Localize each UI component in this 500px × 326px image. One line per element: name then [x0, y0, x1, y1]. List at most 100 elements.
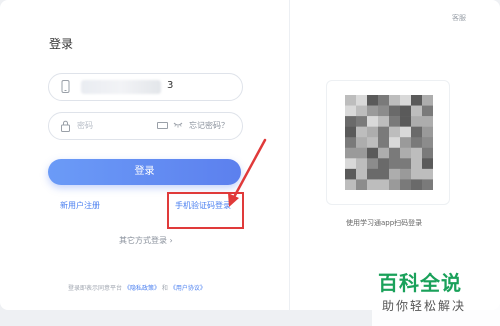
qr-cell [367, 147, 379, 159]
qr-cell [422, 116, 433, 127]
qr-caption: 使用学习通app扫码登录 [346, 219, 423, 227]
qr-cell [400, 147, 412, 159]
panel-divider [289, 0, 290, 310]
qr-cell [422, 179, 433, 190]
qr-cell [411, 116, 423, 127]
qr-cell [422, 147, 433, 159]
page-title: 登录 [49, 37, 74, 51]
qr-cell [422, 168, 433, 180]
qr-cell [367, 158, 379, 170]
watermark-title: 百科全说 [378, 271, 462, 295]
qr-cell [367, 116, 379, 127]
qr-cell [389, 95, 401, 106]
phone-number-suffix: 3 [167, 80, 174, 91]
qr-cell [422, 95, 433, 106]
qr-cell [345, 158, 357, 170]
qr-cell [389, 105, 401, 117]
qr-cell [400, 95, 412, 106]
register-link[interactable]: 新用户注册 [60, 200, 100, 211]
qr-cell [411, 147, 423, 159]
annotation-highlight-box [167, 192, 244, 229]
qr-cell [345, 179, 357, 190]
other-login-link[interactable]: 其它方式登录 › [119, 235, 173, 246]
qr-cell [411, 137, 423, 149]
qr-cell [345, 116, 357, 127]
qr-cell [389, 137, 401, 149]
qr-cell [345, 147, 357, 159]
user-agreement-link[interactable]: 《用户协议》 [170, 285, 206, 292]
qr-cell [378, 137, 390, 149]
qr-cell [378, 168, 390, 180]
qr-cell [400, 116, 412, 127]
agreement-text: 登录即表示同意平台 《隐私政策》 和 《用户协议》 [68, 283, 206, 292]
login-button[interactable]: 登录 [48, 159, 241, 185]
phone-input[interactable]: 3 [48, 73, 243, 101]
qr-cell [356, 137, 368, 149]
qr-cell [378, 179, 390, 190]
qr-cell [389, 126, 401, 138]
qr-code-image [345, 95, 433, 190]
qr-cell [400, 137, 412, 149]
qr-cell [400, 168, 412, 180]
qr-cell [356, 147, 368, 159]
watermark: 百科全说 助你轻松解决 [372, 263, 500, 326]
qr-cell [345, 126, 357, 138]
password-placeholder: 密码 [77, 121, 93, 130]
qr-cell [356, 179, 368, 190]
qr-cell [411, 158, 423, 170]
qr-cell [378, 158, 390, 170]
privacy-policy-link[interactable]: 《隐私政策》 [124, 285, 160, 292]
qr-cell [356, 126, 368, 138]
help-link[interactable]: 客服 [452, 13, 466, 23]
qr-cell [389, 168, 401, 180]
qr-cell [378, 95, 390, 106]
lock-icon [61, 119, 70, 132]
qr-cell [356, 116, 368, 127]
qr-cell [422, 126, 433, 138]
qr-cell [367, 168, 379, 180]
qr-cell [367, 137, 379, 149]
watermark-subtitle: 助你轻松解决 [382, 299, 467, 313]
qr-cell [378, 116, 390, 127]
qr-cell [422, 137, 433, 149]
qr-cell [378, 126, 390, 138]
qr-cell [400, 179, 412, 190]
masked-phone-number [81, 80, 161, 94]
qr-cell [345, 137, 357, 149]
qr-cell [356, 168, 368, 180]
qr-cell [411, 95, 423, 106]
qr-cell [422, 105, 433, 117]
qr-cell [367, 179, 379, 190]
qr-cell [411, 105, 423, 117]
qr-cell [389, 116, 401, 127]
qr-cell [422, 158, 433, 170]
qr-cell [378, 105, 390, 117]
qr-cell [389, 147, 401, 159]
qr-cell [345, 168, 357, 180]
qr-cell [411, 179, 423, 190]
agreement-prefix: 登录即表示同意平台 [68, 285, 123, 292]
qr-cell [367, 126, 379, 138]
qr-cell [411, 126, 423, 138]
phone-icon [61, 80, 70, 93]
password-input[interactable]: 密码 忘记密码？ [48, 112, 243, 140]
qr-cell [356, 158, 368, 170]
qr-cell [400, 105, 412, 117]
qr-cell [356, 105, 368, 117]
qr-cell [400, 126, 412, 138]
qr-cell [367, 105, 379, 117]
agreement-and: 和 [161, 285, 168, 292]
qr-cell [345, 95, 357, 106]
qr-cell [345, 105, 357, 117]
eye-closed-icon[interactable] [173, 121, 183, 132]
qr-cell [367, 95, 379, 106]
keyboard-icon[interactable] [157, 122, 168, 129]
qr-cell [356, 95, 368, 106]
qr-cell [400, 158, 412, 170]
qr-cell [411, 168, 423, 180]
forgot-password-link[interactable]: 忘记密码？ [189, 120, 229, 131]
qr-cell [389, 179, 401, 190]
qr-code-box [326, 80, 450, 205]
qr-cell [389, 158, 401, 170]
qr-cell [378, 147, 390, 159]
